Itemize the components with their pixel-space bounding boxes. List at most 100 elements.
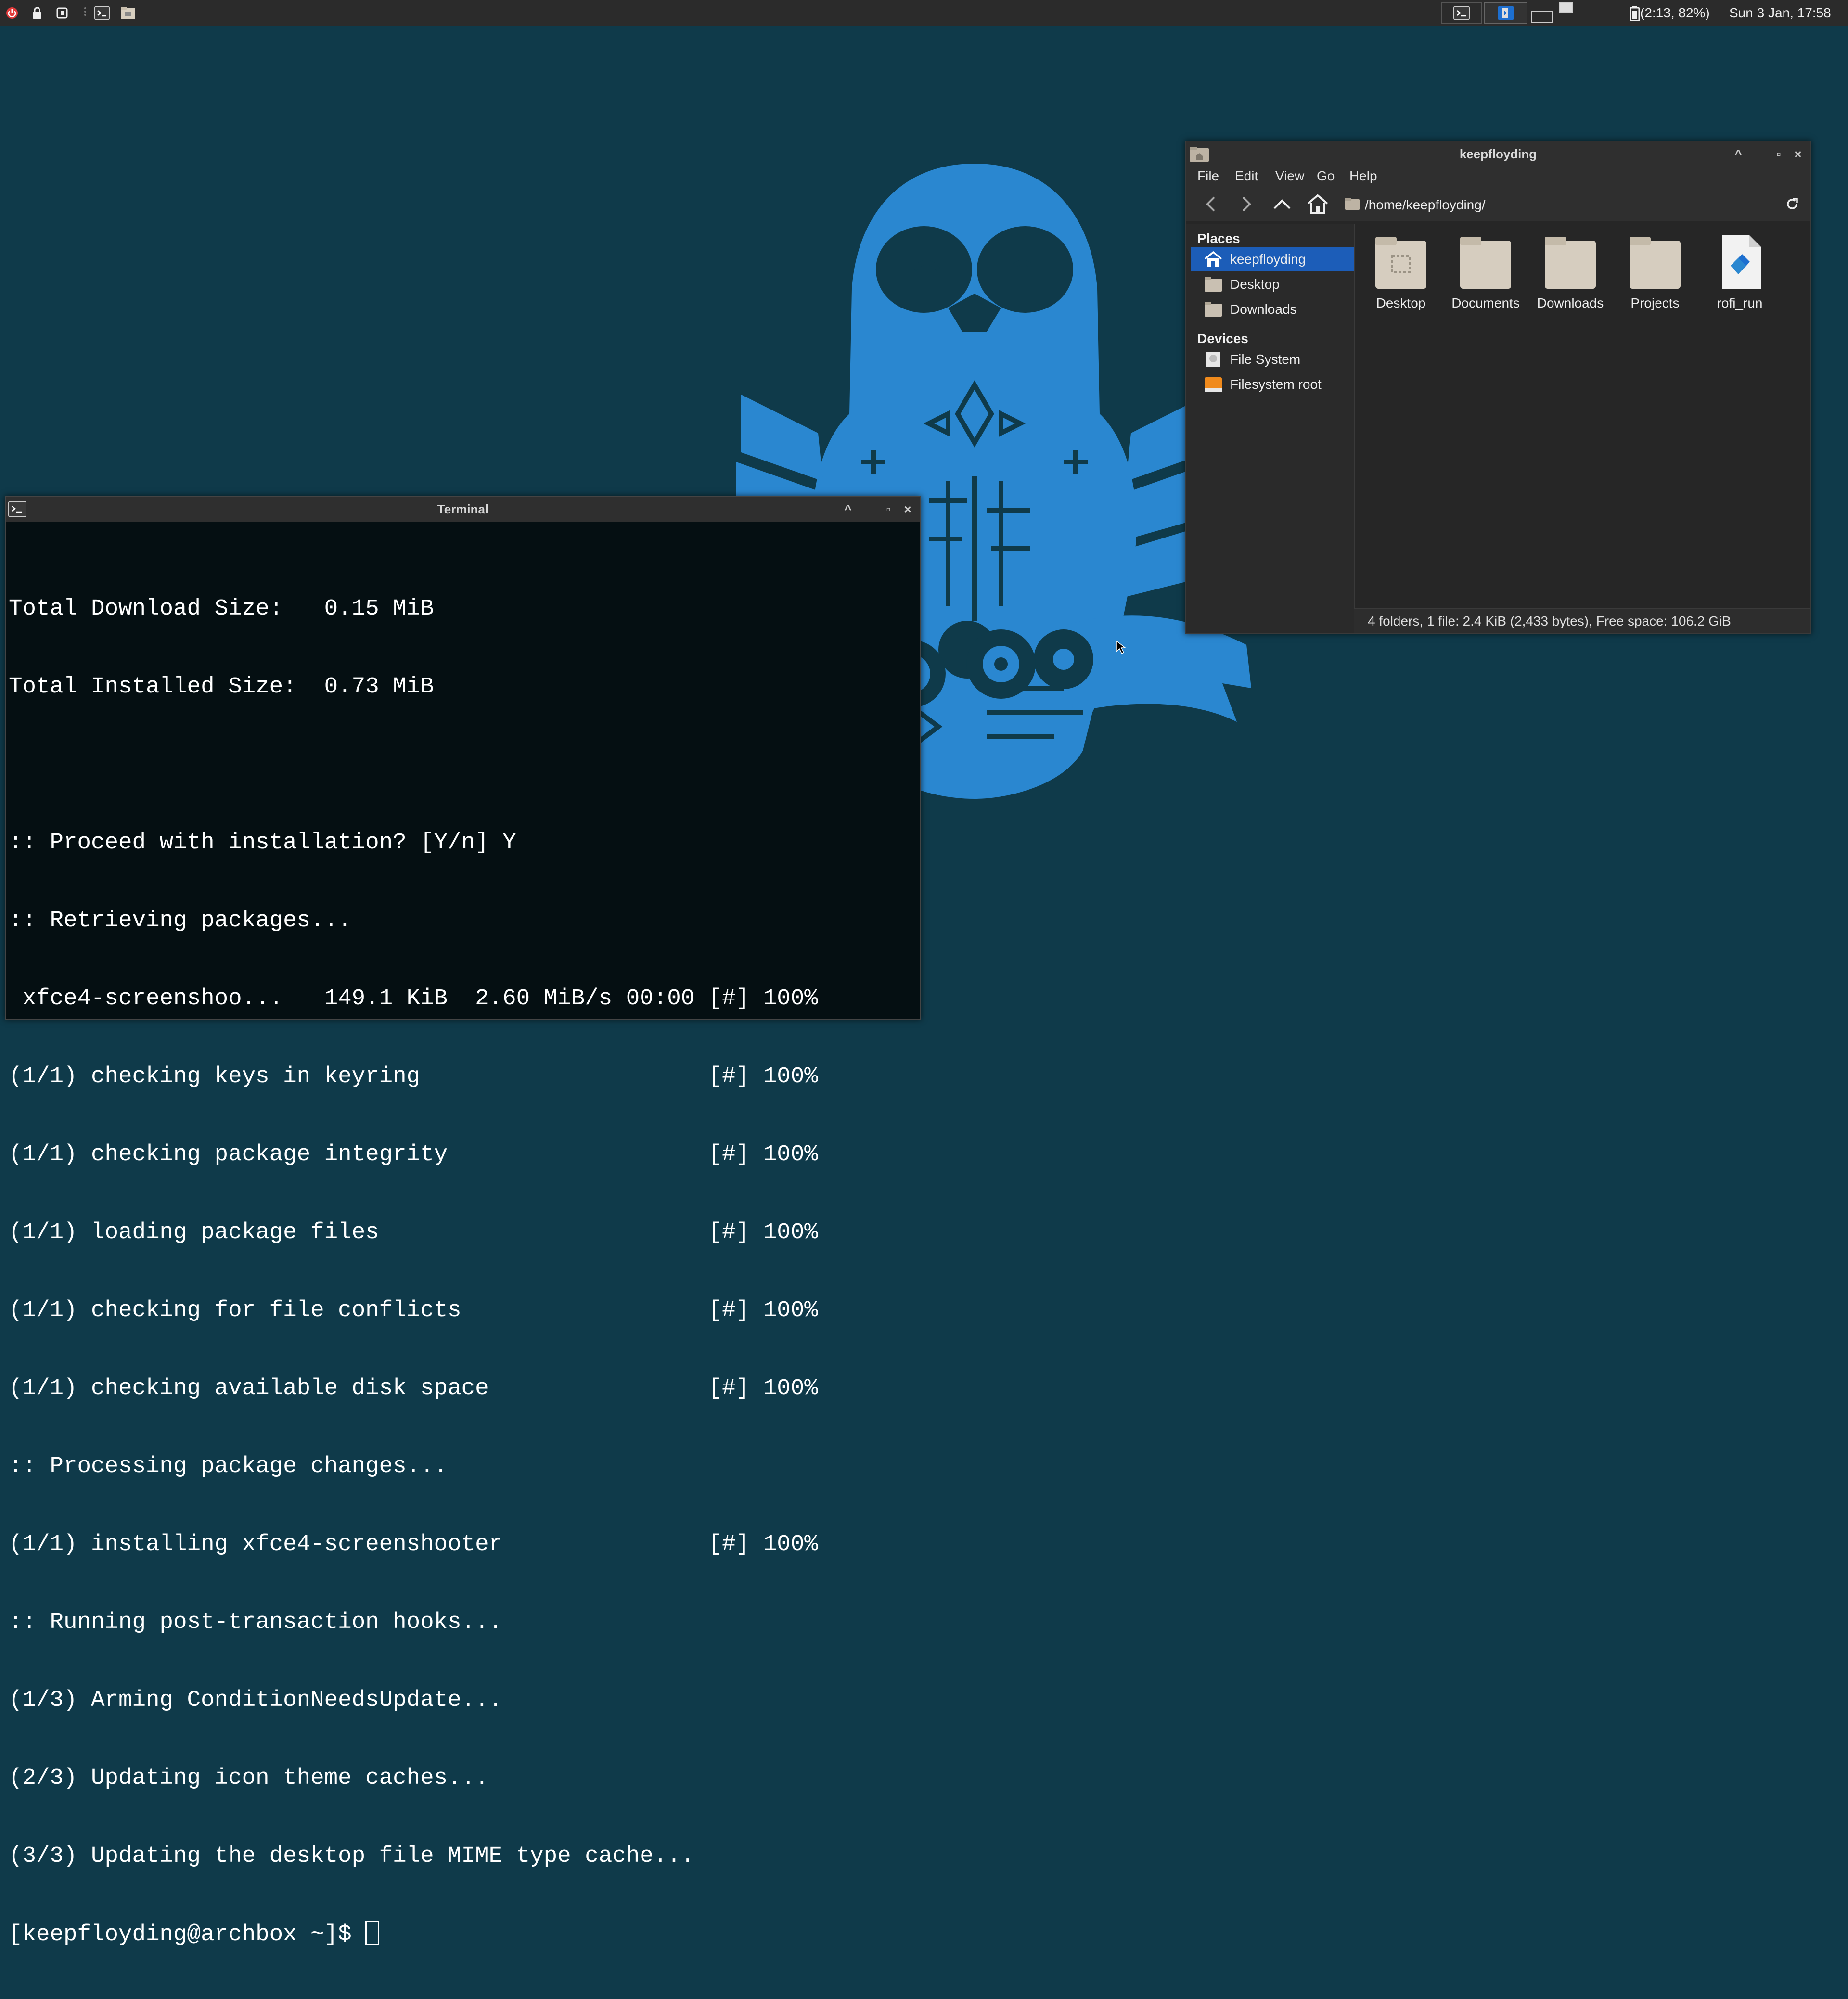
terminal-line: (3/3) Updating the desktop file MIME typ… <box>9 1843 695 1869</box>
parent-folder-icon[interactable] <box>1270 192 1294 216</box>
terminal-line: (1/1) loading package files [#] 100% <box>9 1219 818 1245</box>
workspace-2[interactable] <box>1559 2 1573 13</box>
sidebar-item-home[interactable]: keepfloyding <box>1191 247 1354 271</box>
sidebar: Places keepfloyding Desktop Downloads De… <box>1186 224 1355 633</box>
folder-icon <box>1459 233 1512 291</box>
folder-icon <box>1629 233 1681 291</box>
sidebar-item-filesystem[interactable]: File System <box>1191 347 1354 372</box>
terminal-line: (1/1) checking for file conflicts [#] 10… <box>9 1297 818 1323</box>
sidebar-item-label: Filesystem root <box>1230 377 1322 392</box>
forward-arrow-icon[interactable] <box>1235 192 1258 216</box>
filemgr-title: keepfloyding <box>1459 147 1537 161</box>
file-item-desktop[interactable]: Desktop <box>1360 233 1442 311</box>
taskbar-terminal-button[interactable] <box>1441 2 1482 24</box>
terminal-line: Total Installed Size: 0.73 MiB <box>9 674 434 700</box>
terminal-prompt-line[interactable]: [keepfloyding@archbox ~]$ <box>9 1921 918 1948</box>
terminal-launcher-icon[interactable] <box>93 4 111 22</box>
status-bar: 4 folders, 1 file: 2.4 KiB (2,433 bytes)… <box>1354 608 1810 633</box>
terminal-title: Terminal <box>437 502 489 516</box>
home-icon[interactable] <box>1306 192 1329 216</box>
terminal-line: (1/3) Arming ConditionNeedsUpdate... <box>9 1687 503 1713</box>
file-item-label: rofi_run <box>1717 295 1763 310</box>
sidebar-item-label: File System <box>1230 352 1301 367</box>
terminal-line: Total Download Size: 0.15 MiB <box>9 596 434 622</box>
terminal-line: (1/1) checking available disk space [#] … <box>9 1375 818 1401</box>
menu-edit[interactable]: Edit <box>1235 167 1258 186</box>
folder-icon <box>1204 276 1222 293</box>
sidebar-item-filesystem-root[interactable]: Filesystem root <box>1191 372 1354 397</box>
minimize-button[interactable]: _ <box>859 497 878 519</box>
terminal-line: (1/1) installing xfce4-screenshooter [#]… <box>9 1531 818 1557</box>
file-item-documents[interactable]: Documents <box>1445 233 1527 311</box>
file-item-projects[interactable]: Projects <box>1614 233 1696 311</box>
terminal-titlebar[interactable]: Terminal ^ _ ▫ × <box>6 497 920 522</box>
menu-file[interactable]: File <box>1197 167 1219 186</box>
terminal-line: (1/1) checking keys in keyring [#] 100% <box>9 1064 818 1089</box>
sidebar-item-desktop[interactable]: Desktop <box>1191 272 1354 296</box>
sidebar-header-places: Places <box>1197 231 1240 246</box>
clock[interactable]: Sun 3 Jan, 17:58 <box>1729 0 1831 26</box>
back-arrow-icon[interactable] <box>1199 192 1222 216</box>
workspace-1[interactable] <box>1531 11 1553 23</box>
file-manager-launcher-icon[interactable] <box>119 4 137 22</box>
sidebar-item-downloads[interactable]: Downloads <box>1191 297 1354 321</box>
mouse-pointer-icon <box>1116 640 1127 654</box>
menu-bar: File Edit View Go Help <box>1186 167 1810 186</box>
panel-separator <box>84 6 87 20</box>
sidebar-item-label: keepfloyding <box>1230 252 1306 267</box>
folder-icon <box>1544 233 1597 291</box>
close-button[interactable]: × <box>1788 141 1808 167</box>
menu-help[interactable]: Help <box>1349 167 1377 186</box>
menu-view[interactable]: View <box>1275 167 1304 186</box>
file-item-label: Downloads <box>1537 295 1604 310</box>
sidebar-item-label: Desktop <box>1230 277 1280 292</box>
battery-icon <box>1630 6 1640 22</box>
power-icon[interactable] <box>3 4 21 22</box>
file-item-downloads[interactable]: Downloads <box>1529 233 1611 311</box>
file-item-rofi-run[interactable]: rofi_run <box>1699 233 1781 311</box>
file-view[interactable]: Desktop Documents Downloads Projects rof… <box>1355 224 1810 609</box>
terminal-line: xfce4-screenshoo... 149.1 KiB 2.60 MiB/s… <box>9 986 818 1012</box>
home-icon <box>1204 251 1222 268</box>
file-manager-icon <box>1498 6 1514 20</box>
file-item-label: Projects <box>1630 295 1680 310</box>
terminal-line: (2/3) Updating icon theme caches... <box>9 1765 489 1791</box>
folder-desktop-icon <box>1374 233 1427 291</box>
reload-icon[interactable] <box>1781 192 1804 216</box>
terminal-cursor <box>365 1921 380 1945</box>
folder-icon <box>1204 301 1222 318</box>
terminal-line: (1/1) checking package integrity [#] 100… <box>9 1141 818 1167</box>
logout-icon[interactable] <box>53 4 71 22</box>
lock-icon[interactable] <box>28 4 46 22</box>
top-panel: (2:13, 82%) Sun 3 Jan, 17:58 <box>0 0 1848 26</box>
maximize-button[interactable]: ▫ <box>1769 141 1788 167</box>
filemgr-titlebar[interactable]: keepfloyding ^ _ ▫ × <box>1186 141 1810 167</box>
battery-status: (2:13, 82%) <box>1640 5 1710 20</box>
terminal-line: :: Proceed with installation? [Y/n] Y <box>9 830 516 856</box>
drive-icon <box>1204 351 1222 368</box>
close-button[interactable]: × <box>898 497 917 522</box>
menu-go[interactable]: Go <box>1317 167 1335 186</box>
taskbar-filemanager-button[interactable] <box>1484 2 1527 24</box>
terminal-window[interactable]: Terminal ^ _ ▫ × Total Download Size: 0.… <box>5 496 921 1948</box>
terminal-icon <box>1453 6 1470 20</box>
file-manager-window[interactable]: keepfloyding ^ _ ▫ × File Edit View Go H… <box>1185 141 1811 634</box>
minimize-button[interactable]: _ <box>1749 141 1768 164</box>
shade-button[interactable]: ^ <box>1729 141 1748 167</box>
shade-button[interactable]: ^ <box>838 497 858 522</box>
location-folder-icon <box>1345 197 1360 211</box>
terminal-line: :: Processing package changes... <box>9 1453 448 1479</box>
script-file-icon <box>1713 233 1766 291</box>
terminal-line: :: Retrieving packages... <box>9 908 352 934</box>
file-item-label: Desktop <box>1376 295 1426 310</box>
maximize-button[interactable]: ▫ <box>879 497 898 522</box>
toolbar: /home/keepfloyding/ <box>1186 186 1810 221</box>
file-item-label: Documents <box>1451 295 1520 310</box>
location-path[interactable]: /home/keepfloyding/ <box>1365 195 1486 215</box>
sidebar-header-devices: Devices <box>1197 331 1248 346</box>
terminal-prompt: [keepfloyding@archbox ~]$ <box>9 1922 366 1948</box>
sidebar-item-label: Downloads <box>1230 302 1297 317</box>
terminal-output[interactable]: Total Download Size: 0.15 MiB Total Inst… <box>9 544 918 1948</box>
harddisk-icon <box>1204 376 1222 393</box>
